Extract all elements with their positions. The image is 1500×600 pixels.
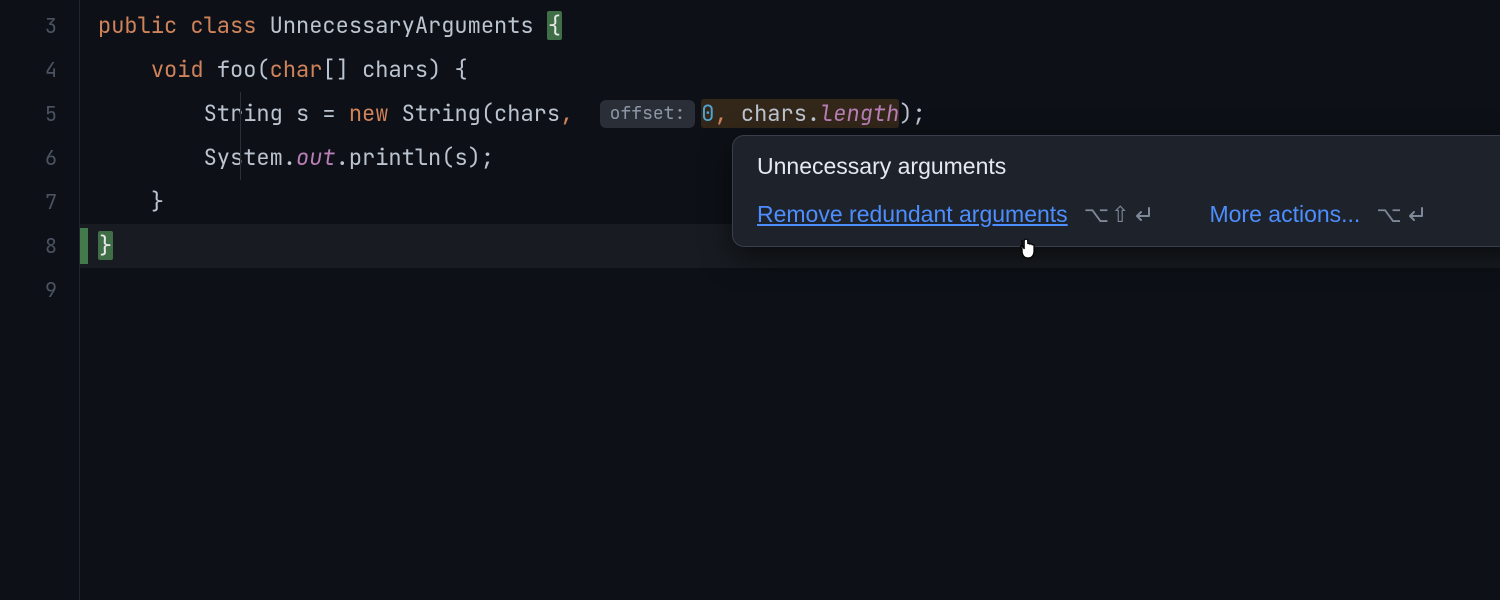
vcs-change-marker [80, 228, 88, 264]
field-length: length [820, 99, 899, 128]
code-area[interactable]: public class UnnecessaryArguments { void… [80, 0, 1500, 600]
more-actions-link[interactable]: More actions... [1209, 201, 1360, 228]
var-s: s [296, 99, 309, 128]
code-line[interactable]: public class UnnecessaryArguments { [80, 4, 1500, 48]
shortcut-hint: ⌥⇧ [1084, 202, 1154, 228]
enter-key-icon [1404, 206, 1426, 224]
keyword-new: new [349, 99, 389, 128]
brace-close-highlight: } [98, 231, 113, 260]
param-chars: chars [362, 55, 428, 84]
keyword-void: void [151, 55, 204, 84]
code-line[interactable]: String s = new String(chars, offset:0, c… [80, 92, 1500, 136]
enter-key-icon [1131, 206, 1153, 224]
gutter-line-number: 7 [0, 180, 79, 224]
intention-popup: Unnecessary arguments Remove redundant a… [732, 135, 1500, 247]
code-line[interactable]: void foo(char[] chars) { [80, 48, 1500, 92]
code-line[interactable] [80, 268, 1500, 312]
option-key-icon: ⌥ [1084, 202, 1109, 228]
gutter-line-number: 5 [0, 92, 79, 136]
indent-guide [240, 92, 241, 136]
brace-open-highlight: { [547, 11, 562, 40]
field-out: out [296, 143, 336, 172]
gutter-line-number: 4 [0, 48, 79, 92]
gutter-line-number: 8 [0, 224, 79, 268]
shift-key-icon: ⇧ [1111, 202, 1129, 228]
code-editor[interactable]: 3 4 5 6 7 8 9 public class UnnecessaryAr… [0, 0, 1500, 600]
gutter: 3 4 5 6 7 8 9 [0, 0, 80, 600]
inspection-warning-range: 0, chars.length [701, 99, 899, 128]
keyword-char: char [270, 55, 323, 84]
class-name: UnnecessaryArguments [270, 11, 534, 40]
inspection-title: Unnecessary arguments [757, 153, 1006, 180]
gutter-line-number: 3 [0, 4, 79, 48]
inlay-hint-offset: offset: [600, 100, 696, 128]
quick-fix-remove-redundant-arguments[interactable]: Remove redundant arguments [757, 201, 1068, 228]
shortcut-hint: ⌥ [1376, 202, 1425, 228]
option-key-icon: ⌥ [1376, 202, 1401, 228]
gutter-line-number: 9 [0, 268, 79, 312]
keyword-public: public [98, 11, 177, 40]
gutter-line-number: 6 [0, 136, 79, 180]
keyword-class: class [190, 11, 256, 40]
type-string: String [204, 99, 283, 128]
literal-zero: 0 [701, 99, 714, 128]
indent-guide [240, 136, 241, 180]
method-name: foo [217, 55, 257, 84]
